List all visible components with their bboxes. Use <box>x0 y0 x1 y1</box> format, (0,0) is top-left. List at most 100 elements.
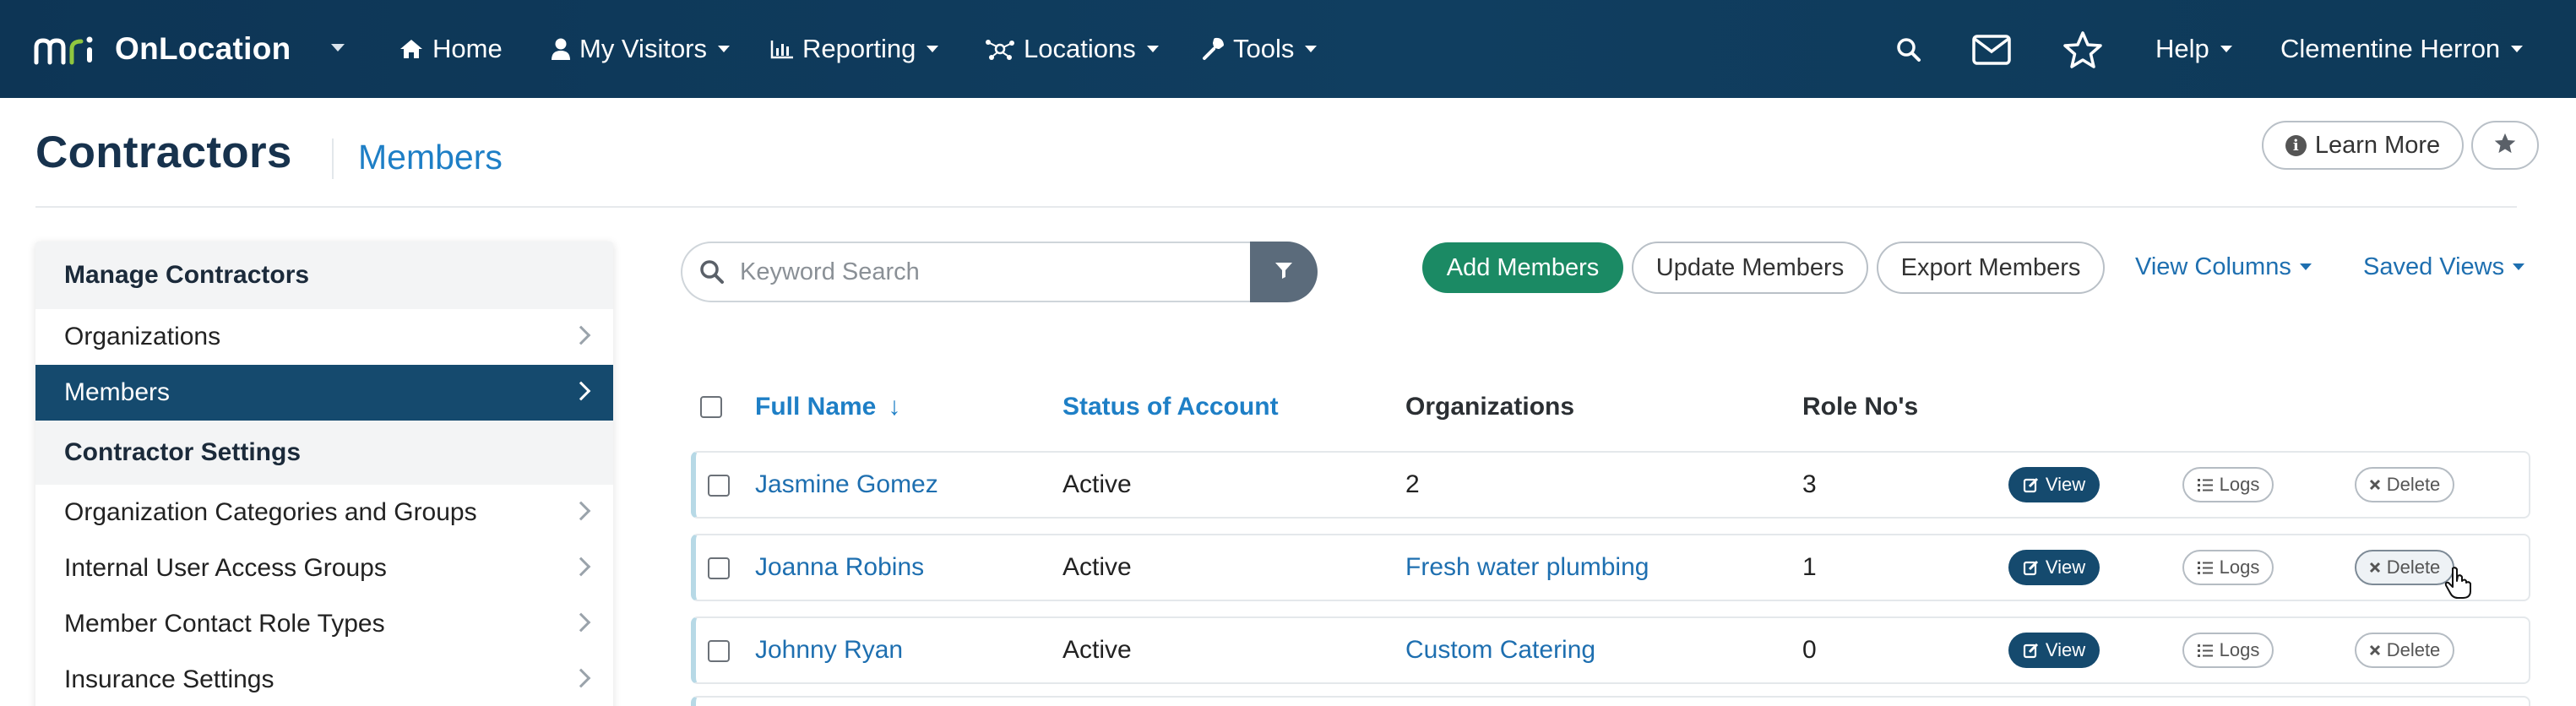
top-navigation-bar: OnLocation Home My Visitors Reporting Lo… <box>0 0 2576 98</box>
delete-label: Delete <box>2386 557 2441 578</box>
home-icon <box>399 38 424 60</box>
sidebar-item-member-contact-role-types[interactable]: Member Contact Role Types <box>35 596 613 652</box>
favorite-button[interactable] <box>2471 121 2539 170</box>
chevron-down-icon <box>2220 46 2232 52</box>
sidebar-item-insurance-settings[interactable]: Insurance Settings <box>35 652 613 706</box>
chevron-down-icon <box>2511 46 2524 52</box>
delete-button[interactable]: Delete <box>2355 550 2454 585</box>
sidebar: Manage Contractors Organizations Members… <box>35 242 613 706</box>
member-organizations: 2 <box>1405 470 1420 498</box>
chevron-down-icon <box>718 46 731 52</box>
table-row <box>691 696 2530 706</box>
sidebar-item-organizations[interactable]: Organizations <box>35 309 613 365</box>
sidebar-item-label: Member Contact Role Types <box>64 610 385 638</box>
row-checkbox[interactable] <box>708 475 730 497</box>
member-organization-link[interactable]: Fresh water plumbing <box>1405 551 1649 584</box>
learn-more-label: Learn More <box>2314 131 2441 159</box>
member-organization-link[interactable]: Custom Catering <box>1405 633 1595 667</box>
nav-tools-label: Tools <box>1233 34 1295 63</box>
nav-locations-label: Locations <box>1024 34 1136 63</box>
logs-button[interactable]: Logs <box>2182 550 2274 585</box>
chevron-right-icon <box>571 612 591 633</box>
logs-label: Logs <box>2219 557 2260 578</box>
star-icon[interactable] <box>2059 30 2106 69</box>
nav-my-visitors[interactable]: My Visitors <box>551 29 731 69</box>
sidebar-item-label: Organizations <box>64 323 221 350</box>
sidebar-item-label: Internal User Access Groups <box>64 554 387 582</box>
page-title: Contractors <box>35 128 292 177</box>
view-button[interactable]: View <box>2008 467 2100 502</box>
nav-help-label: Help <box>2155 34 2209 63</box>
view-button[interactable]: View <box>2008 633 2100 668</box>
sidebar-item-organization-categories[interactable]: Organization Categories and Groups <box>35 485 613 540</box>
close-icon <box>2369 479 2381 491</box>
delete-button[interactable]: Delete <box>2355 633 2454 668</box>
sidebar-item-members[interactable]: Members <box>35 365 613 421</box>
chevron-right-icon <box>571 325 591 345</box>
nav-home[interactable]: Home <box>399 29 503 69</box>
member-status: Active <box>1062 553 1132 581</box>
star-icon <box>2493 132 2517 159</box>
nav-tools[interactable]: Tools <box>1201 29 1318 69</box>
nav-locations[interactable]: Locations <box>985 29 1159 69</box>
user-menu[interactable]: Clementine Herron <box>2280 29 2524 69</box>
keyword-search-input[interactable] <box>740 258 1213 286</box>
chevron-down-icon <box>927 46 939 52</box>
search-box <box>681 242 1250 302</box>
row-checkbox[interactable] <box>708 557 730 579</box>
chevron-down-icon <box>2299 263 2312 270</box>
nav-reporting[interactable]: Reporting <box>770 29 939 69</box>
network-icon <box>985 37 1015 61</box>
saved-views-label: Saved Views <box>2363 253 2505 280</box>
member-name-link[interactable]: Joanna Robins <box>755 551 924 584</box>
filter-button[interactable] <box>1250 242 1318 302</box>
add-members-button[interactable]: Add Members <box>1422 242 1623 293</box>
search-icon[interactable] <box>1892 30 1926 69</box>
row-checkbox[interactable] <box>708 640 730 662</box>
app-switcher-caret-icon[interactable] <box>331 44 345 52</box>
sidebar-section-contractor-settings: Contractor Settings <box>35 421 613 485</box>
member-status: Active <box>1062 470 1132 498</box>
list-icon <box>2197 560 2214 575</box>
view-button[interactable]: View <box>2008 550 2100 585</box>
sidebar-item-label: Insurance Settings <box>64 665 274 693</box>
app-name: OnLocation <box>115 31 291 66</box>
app-logo[interactable]: OnLocation <box>34 25 291 73</box>
column-header-full-name[interactable]: Full Name ↓ <box>755 390 900 424</box>
logs-label: Logs <box>2219 474 2260 495</box>
view-columns-dropdown[interactable]: View Columns <box>2135 250 2312 284</box>
filter-icon <box>1274 260 1294 285</box>
view-columns-label: View Columns <box>2135 253 2291 280</box>
user-name: Clementine Herron <box>2280 34 2501 63</box>
logs-label: Logs <box>2219 639 2260 660</box>
mail-icon[interactable] <box>1968 30 2015 69</box>
edit-icon <box>2023 476 2040 493</box>
mri-logo-icon <box>34 32 98 66</box>
select-all-checkbox[interactable] <box>700 396 722 418</box>
logs-button[interactable]: Logs <box>2182 467 2274 502</box>
member-role-nos: 3 <box>1802 470 1817 498</box>
saved-views-dropdown[interactable]: Saved Views <box>2363 250 2525 284</box>
column-label: Full Name <box>755 393 877 421</box>
bar-chart-icon <box>770 39 794 59</box>
sidebar-item-label: Members <box>64 378 171 406</box>
member-name-link[interactable]: Jasmine Gomez <box>755 468 938 502</box>
column-header-status[interactable]: Status of Account <box>1062 390 1279 424</box>
hand-cursor-icon <box>2444 566 2473 604</box>
user-icon <box>551 37 571 61</box>
chevron-down-icon <box>2513 263 2525 270</box>
export-members-button[interactable]: Export Members <box>1877 242 2105 294</box>
nav-help[interactable]: Help <box>2155 29 2232 69</box>
logs-button[interactable]: Logs <box>2182 633 2274 668</box>
chevron-right-icon <box>571 381 591 401</box>
search-icon <box>699 259 725 285</box>
page-subtitle: Members <box>358 138 503 176</box>
member-name-link[interactable]: Johnny Ryan <box>755 633 903 667</box>
sidebar-item-internal-user-access-groups[interactable]: Internal User Access Groups <box>35 540 613 596</box>
learn-more-button[interactable]: i Learn More <box>2262 121 2464 170</box>
view-label: View <box>2045 474 2086 495</box>
close-icon <box>2369 562 2381 573</box>
update-members-button[interactable]: Update Members <box>1632 242 1868 294</box>
sort-descending-icon: ↓ <box>888 393 901 421</box>
delete-button[interactable]: Delete <box>2355 467 2454 502</box>
